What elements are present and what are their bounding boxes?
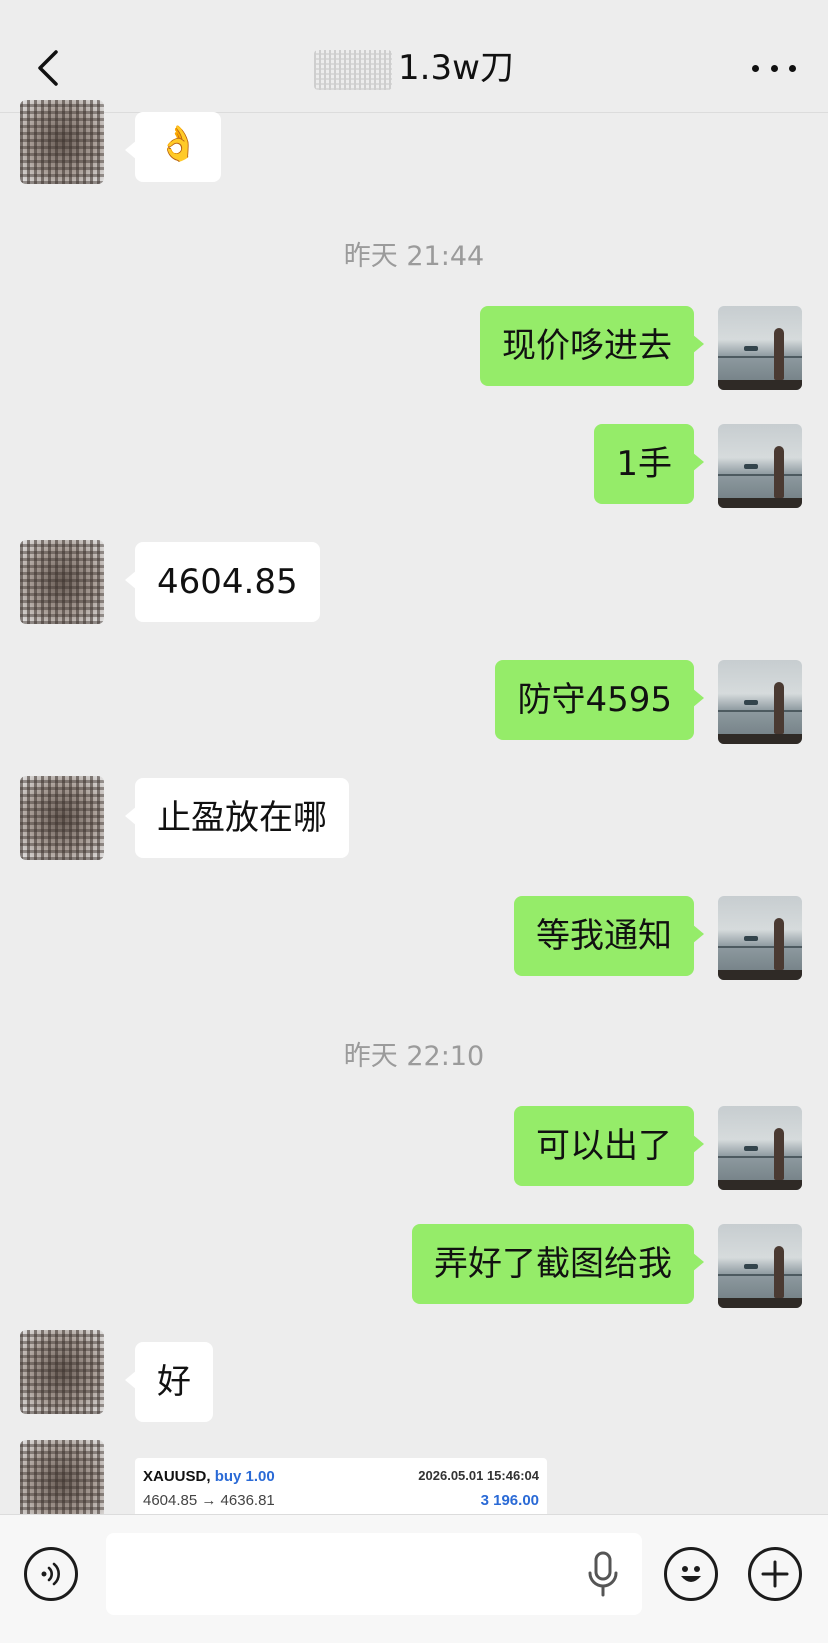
blurred-name (314, 49, 393, 90)
self-avatar[interactable] (718, 896, 802, 980)
more-dots-icon (752, 64, 759, 72)
self-avatar[interactable] (718, 424, 802, 508)
voice-button[interactable] (24, 1547, 78, 1601)
contact-avatar[interactable] (20, 776, 104, 860)
self-avatar[interactable] (718, 1106, 802, 1190)
timestamp: 昨天 21:44 (343, 241, 485, 272)
contact-avatar[interactable] (20, 100, 104, 184)
contact-avatar[interactable] (20, 1330, 104, 1414)
trade-screenshot-card[interactable]: XAUUSD, buy 1.00 2026.05.01 15:46:04 460… (135, 1458, 547, 1518)
trade-symbol: XAUUSD, (143, 1468, 211, 1485)
chat-header: 1.3w刀 (0, 0, 828, 113)
more-button[interactable] (752, 56, 796, 80)
message-input[interactable] (106, 1533, 642, 1615)
message-bubble[interactable]: 4604.85 (125, 542, 320, 622)
message-bubble[interactable]: 弄好了截图给我 (412, 1224, 704, 1304)
trade-profit: 3 196.00 (480, 1492, 539, 1509)
mic-button[interactable] (586, 1551, 620, 1597)
emoji-button[interactable] (664, 1547, 718, 1601)
message-bubble[interactable]: 等我通知 (514, 896, 704, 976)
chat-title-text: 1.3w刀 (398, 48, 514, 88)
self-avatar[interactable] (718, 306, 802, 390)
emoji-icon (681, 1566, 701, 1582)
chat-title: 1.3w刀 (0, 46, 828, 90)
trade-datetime: 2026.05.01 15:46:04 (418, 1468, 539, 1483)
contact-avatar[interactable] (20, 540, 104, 624)
trade-prices: 4604.85 → 4636.81 (143, 1492, 275, 1509)
message-bubble[interactable]: 好 (125, 1342, 213, 1422)
message-bubble[interactable]: 可以出了 (514, 1106, 704, 1186)
message-bubble[interactable]: 防守4595 (495, 660, 704, 740)
message-bubble[interactable]: 现价哆进去 (480, 306, 704, 386)
plus-icon (761, 1560, 789, 1588)
self-avatar[interactable] (718, 660, 802, 744)
message-bubble[interactable]: 1手 (594, 424, 704, 504)
contact-avatar[interactable] (20, 1440, 104, 1524)
voice-icon (41, 1562, 60, 1586)
trade-symbol-line: XAUUSD, buy 1.00 (143, 1468, 275, 1485)
timestamp: 昨天 22:10 (343, 1041, 485, 1072)
input-bar (0, 1514, 828, 1643)
self-avatar[interactable] (718, 1224, 802, 1308)
trade-direction: buy 1.00 (214, 1468, 275, 1485)
mic-icon (588, 1551, 618, 1597)
message-bubble[interactable]: 👌 (124, 112, 222, 182)
message-bubble[interactable]: 止盈放在哪 (125, 778, 349, 858)
add-button[interactable] (748, 1547, 802, 1601)
